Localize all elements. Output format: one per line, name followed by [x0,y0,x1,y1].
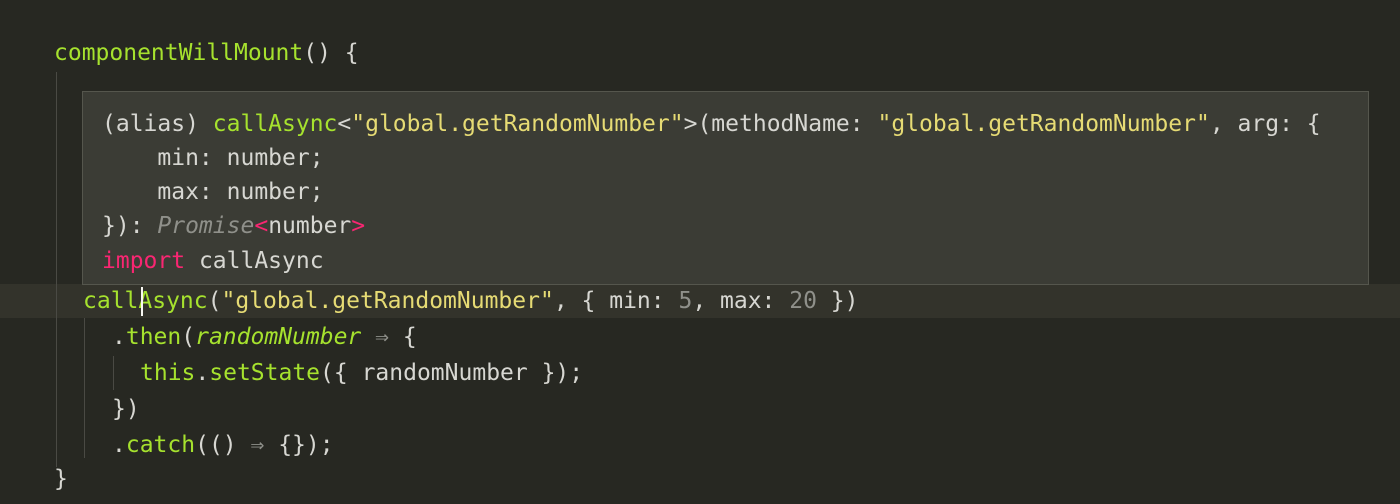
return-type: number [268,213,352,239]
setstate-method: setState [209,360,321,386]
dot: . [112,324,126,350]
max-property: max: number; [102,179,324,205]
angle-close: > [351,213,366,239]
angle-open: < [337,111,352,137]
catch-args: (() [195,432,251,458]
code-line-method-header: componentWillMount() { [54,36,359,70]
arrow-operator: ⇒ [250,432,265,458]
method-name: componentWillMount [54,40,304,66]
code-line-closing-brace: } [54,462,68,496]
min-property: min: number; [102,145,324,171]
string-literal: "global.getRandomNumber" [221,288,554,314]
text-cursor [141,287,143,316]
close-signature: }): [102,213,158,239]
arg-label: , arg: { [1209,111,1321,137]
object-part: , { min: [553,288,679,314]
code-line-close-then: }) [112,392,140,426]
hover-signature-line: (alias) callAsync<"global.getRandomNumbe… [102,107,1321,141]
dot: . [195,360,210,386]
this-keyword: this [140,360,196,386]
setstate-args: ({ randomNumber }); [320,360,584,386]
dot: . [112,432,126,458]
code-editor[interactable]: componentWillMount() { callAsync("global… [0,0,1400,504]
generic-string: "global.getRandomNumber" [351,111,684,137]
code-line-catch: .catch(() ⇒ {}); [112,428,334,462]
catch-body: {}); [264,432,334,458]
closing-brace: } [54,466,68,492]
number-literal: 20 [789,288,817,314]
import-keyword: import [102,248,186,274]
indent-guide [113,356,114,390]
angle-open: < [254,213,269,239]
close-brace-paren: }) [112,396,140,422]
hover-import-line: import callAsync [102,244,324,278]
hover-max-line: max: number; [102,175,324,209]
paren: ( [181,324,196,350]
then-method: then [125,324,182,350]
hover-tooltip: (alias) callAsync<"global.getRandomNumbe… [82,91,1369,285]
brace: { [402,324,417,350]
number-literal: 5 [678,288,693,314]
call-function-name: callAsync [83,288,208,314]
arrow-operator: ⇒ [361,324,403,350]
param-string: "global.getRandomNumber" [877,111,1210,137]
promise-type: Promise [157,213,255,239]
paren: ( [207,288,222,314]
hover-return-line: }): Promise<number> [102,209,365,243]
arrow-param: randomNumber [195,324,362,350]
alias-label: (alias) [102,111,213,137]
code-line-then: .then(randomNumber ⇒ { [112,320,417,354]
indent-guide [84,318,85,458]
code-line-setstate: this.setState({ randomNumber }); [140,356,583,390]
import-name: callAsync [185,248,324,274]
hover-min-line: min: number; [102,141,324,175]
object-close: }) [816,288,859,314]
catch-method: catch [125,432,196,458]
hover-function-name: callAsync [212,111,338,137]
method-signature: () { [303,40,359,66]
indent-guide [56,72,57,467]
code-line-call: callAsync("global.getRandomNumber", { mi… [83,284,859,318]
param-label: >(methodName: [683,111,878,137]
object-part: , max: [692,288,790,314]
